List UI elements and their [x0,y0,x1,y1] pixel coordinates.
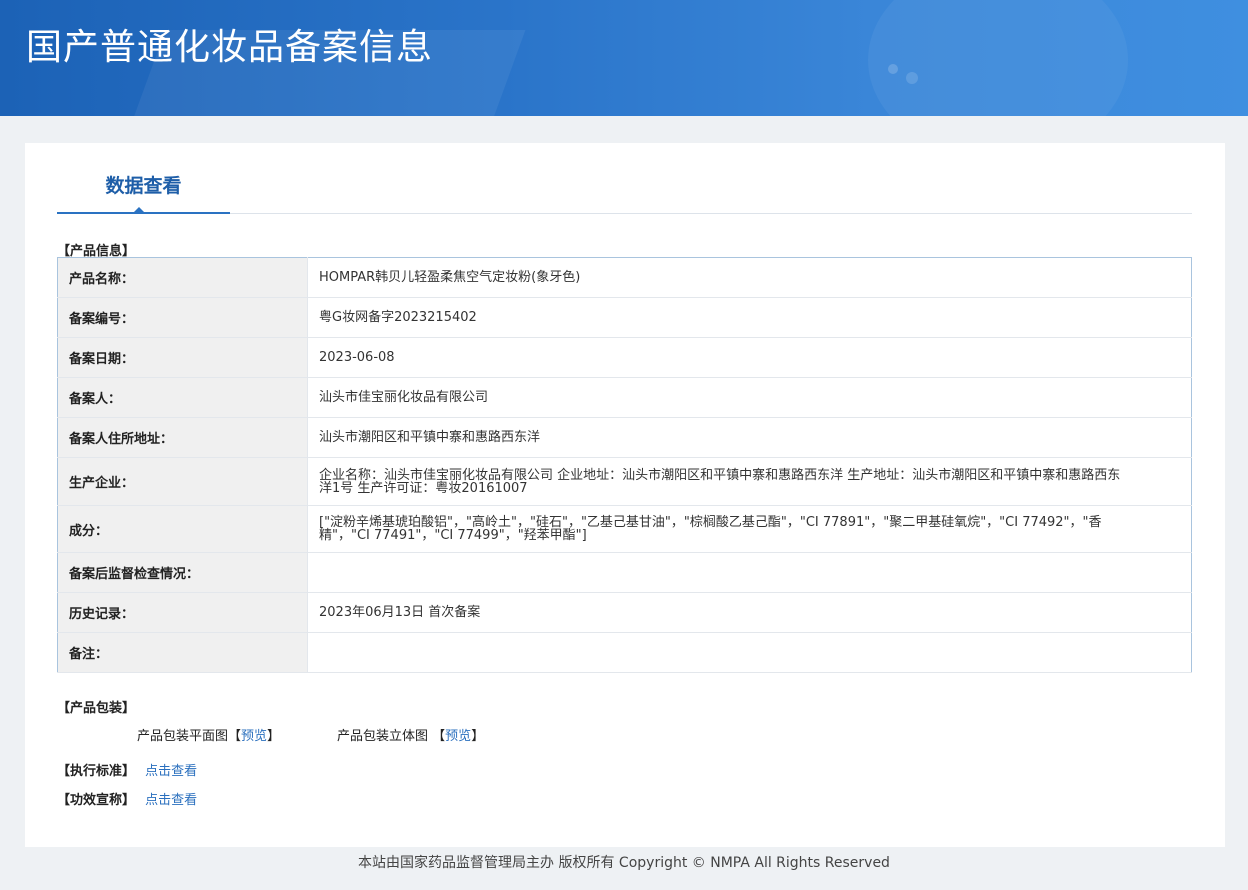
banner-dot [888,64,898,74]
table-row: 备案编号： 粤G妆网备字2023215402 [57,297,1192,338]
bracket-open: 【 [432,729,446,744]
row-label: 备案后监督检查情况： [57,552,308,593]
row-label: 备案日期： [57,337,308,378]
bracket-close: 】 [267,729,281,744]
bracket-open: 【 [228,729,242,744]
row-value: 企业名称：汕头市佳宝丽化妆品有限公司 企业地址：汕头市潮阳区和平镇中寨和惠路西东… [307,457,1192,506]
tab-bar: 数据查看 [57,143,1192,214]
row-value: 2023年06月13日 首次备案 [307,592,1192,633]
packaging-section-title: 【产品包装】 [57,701,136,716]
table-row: 产品名称： HOMPAR韩贝儿轻盈柔焦空气定妆粉(象牙色) [57,257,1192,298]
row-label: 备注： [57,632,308,673]
row-label: 成分： [57,505,308,553]
package-flat-label: 产品包装平面图 [137,729,229,744]
table-row: 备案人： 汕头市佳宝丽化妆品有限公司 [57,377,1192,418]
row-value: 粤G妆网备字2023215402 [307,297,1192,338]
row-label: 历史记录： [57,592,308,633]
standard-label: 【执行标准】 [57,764,136,779]
product-info-table: 产品名称： HOMPAR韩贝儿轻盈柔焦空气定妆粉(象牙色) 备案编号： 粤G妆网备字2… [57,257,1192,673]
footer-copyright: 本站由国家药品监督管理局主办 版权所有 Copyright © NMPA All… [358,855,890,871]
main-card: 数据查看 【产品信息】 产品名称： HOMPAR韩贝儿轻盈柔焦空气定妆粉(象牙色)… [25,143,1225,847]
row-label: 备案人住所地址： [57,417,308,458]
banner-dot [906,72,918,84]
header-banner: 国产普通化妆品备案信息 [0,0,1248,116]
table-row: 备注： [57,632,1192,673]
table-row: 备案日期： 2023-06-08 [57,337,1192,378]
row-value: HOMPAR韩贝儿轻盈柔焦空气定妆粉(象牙色) [307,257,1192,298]
package-3d-row: 产品包装立体图 【预览】 [337,725,484,744]
row-value: 2023-06-08 [307,337,1192,378]
package-flat-row: 产品包装平面图【预览】 [137,725,280,744]
table-row: 生产企业： 企业名称：汕头市佳宝丽化妆品有限公司 企业地址：汕头市潮阳区和平镇中寨… [57,457,1192,506]
efficacy-label: 【功效宣称】 [57,793,136,808]
row-value: 汕头市佳宝丽化妆品有限公司 [307,377,1192,418]
table-row: 成分： ["淀粉辛烯基琥珀酸铝"，"高岭土"，"硅石"，"乙基己基甘油"，"棕榈酸… [57,505,1192,553]
row-value [307,632,1192,673]
row-value: 汕头市潮阳区和平镇中寨和惠路西东洋 [307,417,1192,458]
table-row: 备案后监督检查情况： [57,552,1192,593]
page-title: 国产普通化妆品备案信息 [26,27,434,68]
standard-link[interactable]: 点击查看 [145,764,197,779]
package-3d-preview-link[interactable]: 预览 [445,729,471,744]
bracket-close: 】 [471,729,485,744]
package-flat-preview-link[interactable]: 预览 [241,729,267,744]
active-tab-caret-icon [133,207,145,213]
tab-data-view[interactable]: 数据查看 [57,143,230,214]
standard-row: 【执行标准】 点击查看 [57,760,197,779]
row-label: 备案人： [57,377,308,418]
package-3d-label: 产品包装立体图 [337,729,429,744]
row-value: ["淀粉辛烯基琥珀酸铝"，"高岭土"，"硅石"，"乙基己基甘油"，"棕榈酸乙基己… [307,505,1192,553]
tab-label: 数据查看 [105,175,182,197]
table-row: 备案人住所地址： 汕头市潮阳区和平镇中寨和惠路西东洋 [57,417,1192,458]
row-label: 生产企业： [57,457,308,506]
row-value [307,552,1192,593]
efficacy-link[interactable]: 点击查看 [145,793,197,808]
table-row: 历史记录： 2023年06月13日 首次备案 [57,592,1192,633]
efficacy-row: 【功效宣称】 点击查看 [57,789,197,808]
banner-decoration [868,0,1128,116]
row-label: 产品名称： [57,257,308,298]
row-label: 备案编号： [57,297,308,338]
